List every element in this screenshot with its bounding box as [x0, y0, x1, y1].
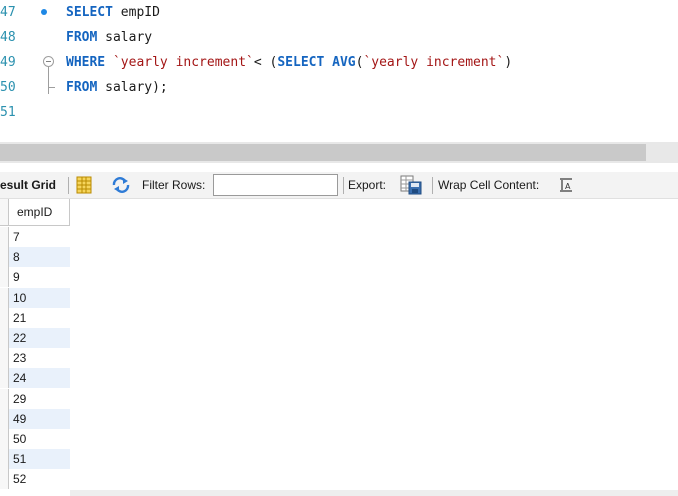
cell-empid[interactable]: 10	[9, 287, 70, 308]
code-token-plain: empID	[112, 5, 160, 20]
row-header[interactable]	[0, 449, 9, 470]
table-row[interactable]: 49	[0, 408, 70, 429]
code-line[interactable]: 50 FROM salary);	[0, 77, 678, 98]
cell-empid[interactable]: 52	[9, 469, 70, 489]
cell-empid[interactable]: 23	[9, 348, 70, 368]
filter-rows-input[interactable]	[213, 174, 338, 196]
code-text[interactable]: SELECT empID	[66, 2, 160, 23]
line-number: 47	[0, 5, 16, 20]
line-number: 51	[0, 105, 16, 120]
row-header-corner[interactable]	[0, 199, 9, 226]
code-token-kw: SELECT	[277, 55, 325, 70]
table-row[interactable]: 24	[0, 368, 70, 389]
cell-empid[interactable]: 9	[9, 267, 70, 287]
row-header[interactable]	[0, 469, 9, 490]
sql-editor[interactable]: 47 SELECT empID 48 FROM salary 49 WHERE `year…	[0, 0, 678, 142]
table-row[interactable]: 23	[0, 348, 70, 369]
cell-empid[interactable]: 24	[9, 368, 70, 389]
cell-empid[interactable]: 29	[9, 389, 70, 409]
code-text[interactable]: FROM salary);	[66, 77, 168, 98]
row-header[interactable]	[0, 287, 9, 308]
cell-empid[interactable]: 21	[9, 308, 70, 328]
code-token-kw: SELECT	[66, 5, 113, 20]
code-token-fn: AVG	[332, 55, 356, 70]
result-grid-tab-label[interactable]: esult Grid	[0, 172, 56, 198]
table-row[interactable]: 10	[0, 287, 70, 308]
current-statement-dot-icon	[41, 9, 47, 15]
cell-empid[interactable]: 49	[9, 408, 70, 429]
wrap-cell-content-label: Wrap Cell Content:	[438, 178, 540, 192]
row-header[interactable]	[0, 388, 9, 409]
table-row[interactable]: 51	[0, 449, 70, 470]
row-header[interactable]	[0, 348, 9, 369]
grid-bottom-scrollbar[interactable]	[70, 490, 678, 496]
fold-collapse-icon[interactable]	[43, 56, 54, 67]
code-token-plain: salary	[97, 30, 153, 45]
code-line[interactable]: 47 SELECT empID	[0, 2, 678, 23]
grid-header-row: empID	[0, 199, 70, 226]
grid-view-icon[interactable]	[76, 176, 92, 197]
code-token-plain: < (	[253, 55, 278, 70]
table-row[interactable]: 52	[0, 469, 70, 490]
row-header[interactable]	[0, 227, 9, 247]
row-header[interactable]	[0, 247, 9, 268]
wrap-cell-icon[interactable]: A	[559, 178, 573, 195]
row-header[interactable]	[0, 368, 9, 389]
table-row[interactable]: 50	[0, 429, 70, 449]
result-grid[interactable]: empID 7 8 9 10 21 22 23 24 29 49 50 51 52	[0, 199, 678, 496]
table-row[interactable]: 21	[0, 307, 70, 328]
editor-horizontal-scrollbar[interactable]	[0, 142, 678, 163]
cell-empid[interactable]: 50	[9, 429, 70, 449]
cell-empid[interactable]: 8	[9, 247, 70, 268]
export-icon[interactable]	[400, 175, 422, 198]
row-header[interactable]	[0, 328, 9, 348]
line-number: 50	[0, 80, 16, 95]
row-header[interactable]	[0, 429, 9, 449]
row-header[interactable]	[0, 408, 9, 429]
table-row[interactable]: 22	[0, 328, 70, 348]
row-header[interactable]	[0, 307, 9, 328]
fold-end-marker	[48, 87, 55, 88]
code-token-kw: WHERE	[66, 55, 106, 70]
code-line[interactable]: 51	[0, 102, 678, 123]
toolbar-separator	[343, 177, 344, 194]
cell-empid[interactable]: 51	[9, 449, 70, 470]
code-line[interactable]: 48 FROM salary	[0, 27, 678, 48]
line-number: 49	[0, 55, 16, 70]
table-row[interactable]: 7	[0, 227, 70, 247]
toolbar-separator	[432, 177, 433, 194]
column-header-empid[interactable]: empID	[9, 199, 70, 226]
code-token-plain: )	[504, 55, 513, 70]
export-label: Export:	[348, 178, 387, 192]
code-line[interactable]: 49 WHERE `yearly increment`< (SELECT AVG(…	[0, 52, 678, 94]
svg-text:A: A	[565, 182, 571, 191]
cell-empid[interactable]: 7	[9, 227, 70, 247]
line-number: 48	[0, 30, 16, 45]
scrollbar-thumb[interactable]	[0, 144, 646, 161]
code-token-str: `yearly increment`	[112, 55, 254, 70]
result-toolbar: esult Grid Filter Rows: Export: Wrap Cel…	[0, 172, 678, 199]
code-token-kw: FROM	[66, 30, 98, 45]
table-row[interactable]: 8	[0, 247, 70, 268]
code-text[interactable]: FROM salary	[66, 27, 152, 48]
table-row[interactable]: 9	[0, 267, 70, 288]
cell-empid[interactable]: 22	[9, 328, 70, 348]
refresh-icon[interactable]	[111, 177, 131, 196]
code-token-str: `yearly increment`	[363, 55, 505, 70]
row-header[interactable]	[0, 267, 9, 288]
workbench-window: 47 SELECT empID 48 FROM salary 49 WHERE `year…	[0, 0, 678, 496]
code-token-plain: salary);	[97, 80, 168, 95]
filter-rows-label: Filter Rows:	[142, 178, 206, 192]
code-token-kw: FROM	[66, 80, 98, 95]
code-text[interactable]: WHERE `yearly increment`< (SELECT AVG(`y…	[66, 52, 512, 73]
toolbar-separator	[68, 177, 69, 194]
table-row[interactable]: 29	[0, 388, 70, 409]
